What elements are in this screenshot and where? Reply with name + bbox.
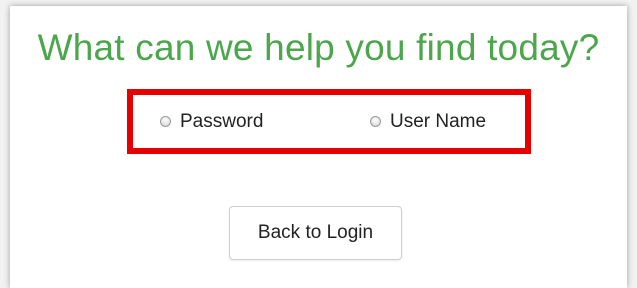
password-option[interactable]: Password xyxy=(160,95,263,148)
username-option[interactable]: User Name xyxy=(370,95,486,148)
recovery-options-highlight: Password User Name xyxy=(127,89,531,154)
back-to-login-button[interactable]: Back to Login xyxy=(229,206,402,260)
page-title: What can we help you find today? xyxy=(37,27,600,68)
help-card: What can we help you find today? Passwor… xyxy=(10,6,627,288)
password-option-label: Password xyxy=(180,110,264,132)
username-radio[interactable] xyxy=(370,116,381,127)
password-radio[interactable] xyxy=(160,116,171,127)
username-option-label: User Name xyxy=(390,110,487,132)
